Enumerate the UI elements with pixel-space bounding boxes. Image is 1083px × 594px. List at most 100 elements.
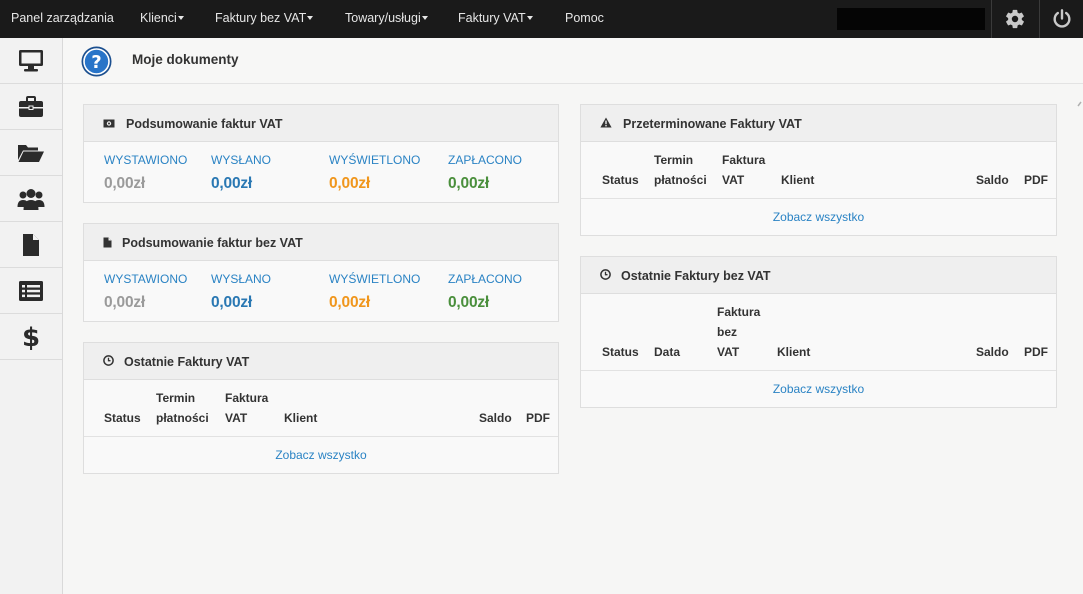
see-all-link[interactable]: Zobacz wszystko: [581, 210, 1056, 224]
search-input[interactable]: [837, 8, 985, 30]
sidebar-item-documents[interactable]: [0, 130, 62, 176]
panel-title: Podsumowanie faktur bez VAT: [122, 236, 303, 250]
stat-value-paid: 0,00zł: [448, 175, 490, 192]
money-icon: [103, 119, 115, 128]
sidebar-item-dashboard[interactable]: [0, 38, 62, 84]
column-header-balance: Saldo: [479, 411, 512, 425]
warning-icon: [600, 117, 612, 128]
stat-value-viewed: 0,00zł: [329, 175, 371, 192]
list-icon: [19, 280, 43, 301]
stat-label-sent: WYSŁANO: [211, 153, 272, 167]
nav-label: Faktury VAT: [458, 11, 526, 25]
stat-label-sent: WYSŁANO: [211, 272, 272, 286]
panel-title: Ostatnie Faktury VAT: [124, 355, 250, 369]
monitor-icon: [19, 49, 43, 71]
sidebar-item-briefcase[interactable]: [0, 84, 62, 130]
column-header-date: Data: [654, 345, 681, 359]
caret-down-icon: [177, 15, 184, 20]
column-header-status: Status: [602, 345, 639, 359]
nav-panel-zarzadzania[interactable]: Panel zarządzania: [11, 0, 114, 38]
column-header-due-date: Termin płatności: [654, 153, 707, 187]
column-header-client: Klient: [781, 173, 815, 187]
stat-label-paid: ZAPŁACONO: [448, 272, 523, 286]
file-icon: [23, 233, 39, 256]
nav-klienci[interactable]: Klienci: [140, 0, 184, 38]
svg-text:$: $: [22, 323, 40, 351]
settings-button[interactable]: [992, 0, 1038, 38]
nav-faktury-vat[interactable]: Faktury VAT: [458, 0, 533, 38]
dollar-icon: $: [22, 323, 40, 351]
divider: [581, 370, 1056, 371]
summary-vat-panel: Podsumowanie faktur VAT WYSTAWIONO WYSŁA…: [83, 104, 559, 203]
panel-title: Podsumowanie faktur VAT: [126, 117, 283, 131]
nav-label: Klienci: [140, 11, 177, 25]
sidebar-item-list[interactable]: [0, 268, 62, 314]
column-header-status: Status: [602, 173, 639, 187]
gear-icon: [1006, 9, 1024, 29]
clock-icon: [103, 355, 114, 366]
stat-label-issued: WYSTAWIONO: [104, 272, 188, 286]
stat-value-paid: 0,00zł: [448, 294, 490, 311]
panel-header: Ostatnie Faktury VAT: [84, 343, 558, 380]
recent-novat-panel: Ostatnie Faktury bez VAT Status Data Fak…: [580, 256, 1057, 408]
column-header-pdf: PDF: [526, 411, 550, 425]
panel-header: Podsumowanie faktur VAT: [84, 105, 558, 142]
caret-down-icon: [307, 15, 314, 20]
panel-title: Ostatnie Faktury bez VAT: [621, 269, 771, 283]
panel-title: Przeterminowane Faktury VAT: [623, 117, 802, 131]
help-icon[interactable]: ?: [81, 46, 112, 77]
stat-label-issued: WYSTAWIONO: [104, 153, 188, 167]
stat-value-issued: 0,00zł: [104, 294, 146, 311]
nav-pomoc[interactable]: Pomoc: [565, 0, 604, 38]
column-header-invoice: Faktura bez VAT: [717, 305, 761, 359]
see-all-link[interactable]: Zobacz wszystko: [581, 382, 1056, 396]
scroll-up-icon[interactable]: [1077, 100, 1083, 108]
divider: [84, 436, 558, 437]
column-header-status: Status: [104, 411, 141, 425]
sidebar: $: [0, 38, 63, 594]
column-header-balance: Saldo: [976, 173, 1009, 187]
column-header-pdf: PDF: [1024, 345, 1048, 359]
users-icon: [17, 188, 45, 210]
briefcase-icon: [19, 95, 43, 117]
caret-down-icon: [421, 15, 428, 20]
file-small-icon: [103, 237, 112, 248]
folder-open-icon: [18, 144, 44, 162]
column-header-client: Klient: [284, 411, 318, 425]
stat-value-sent: 0,00zł: [211, 175, 253, 192]
stat-label-viewed: WYŚWIETLONO: [329, 272, 421, 286]
svg-text:?: ?: [91, 52, 101, 73]
sidebar-item-payments[interactable]: $: [0, 314, 62, 360]
top-navbar: Panel zarządzania Klienci Faktury bez VA…: [0, 0, 1083, 38]
stat-value-issued: 0,00zł: [104, 175, 146, 192]
nav-label: Pomoc: [565, 11, 604, 25]
page-header: ? Moje dokumenty: [63, 38, 1083, 84]
column-header-balance: Saldo: [976, 345, 1009, 359]
stat-value-sent: 0,00zł: [211, 294, 253, 311]
caret-down-icon: [526, 15, 533, 20]
column-header-invoice: Faktura VAT: [225, 391, 269, 425]
stat-label-paid: ZAPŁACONO: [448, 153, 523, 167]
summary-novat-panel: Podsumowanie faktur bez VAT WYSTAWIONO W…: [83, 223, 559, 322]
page-title: Moje dokumenty: [132, 52, 239, 67]
nav-label: Faktury bez VAT: [215, 11, 307, 25]
nav-faktury-bez-vat[interactable]: Faktury bez VAT: [215, 0, 314, 38]
see-all-link[interactable]: Zobacz wszystko: [84, 448, 558, 462]
panel-header: Przeterminowane Faktury VAT: [581, 105, 1056, 142]
divider: [581, 198, 1056, 199]
recent-vat-panel: Ostatnie Faktury VAT Status Termin płatn…: [83, 342, 559, 474]
sidebar-item-file[interactable]: [0, 222, 62, 268]
sidebar-item-clients[interactable]: [0, 176, 62, 222]
panel-header: Podsumowanie faktur bez VAT: [84, 224, 558, 261]
stat-label-viewed: WYŚWIETLONO: [329, 153, 421, 167]
column-header-due-date: Termin płatności: [156, 391, 209, 425]
nav-label: Towary/usługi: [345, 11, 421, 25]
panel-header: Ostatnie Faktury bez VAT: [581, 257, 1056, 294]
nav-towary-uslugi[interactable]: Towary/usługi: [345, 0, 428, 38]
column-header-invoice: Faktura VAT: [722, 153, 766, 187]
column-header-client: Klient: [777, 345, 811, 359]
stat-value-viewed: 0,00zł: [329, 294, 371, 311]
overdue-vat-panel: Przeterminowane Faktury VAT Status Termi…: [580, 104, 1057, 236]
logout-button[interactable]: [1040, 0, 1083, 38]
clock-icon: [600, 269, 611, 280]
